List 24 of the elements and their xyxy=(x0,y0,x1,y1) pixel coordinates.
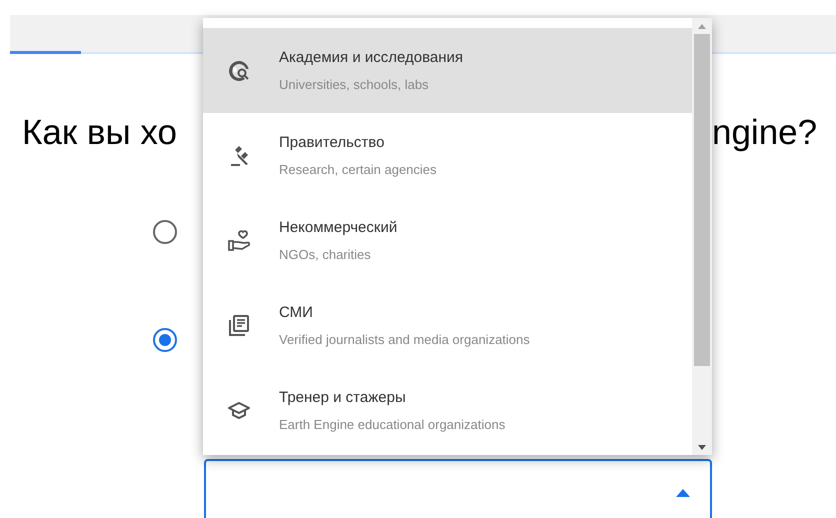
radio-button[interactable] xyxy=(153,328,177,352)
scrollbar[interactable] xyxy=(692,18,712,455)
hand-heart-icon xyxy=(227,228,251,252)
select-field[interactable] xyxy=(204,459,712,518)
heading: Как вы хо xyxy=(22,112,177,154)
globe-search-icon xyxy=(227,58,251,82)
item-subtitle: NGOs, charities xyxy=(279,246,372,264)
item-subtitle: Universities, schools, labs xyxy=(279,76,430,94)
item-title: Тренер и стажеры xyxy=(279,388,407,408)
item-subtitle: Earth Engine educational organizations xyxy=(279,416,506,434)
item-subtitle: Verified journalists and media organizations xyxy=(279,331,530,349)
item-title: Некоммерческий xyxy=(279,218,398,238)
menu-item[interactable]: Академия и исследования Universities, schools, labs xyxy=(203,28,692,113)
scrollbar-thumb[interactable] xyxy=(694,34,710,366)
item-subtitle: Research, certain agencies xyxy=(279,161,437,179)
caret-icon xyxy=(676,489,690,497)
item-title: Академия и исследования xyxy=(279,48,464,68)
item-title: Правительство xyxy=(279,132,386,152)
newspaper-icon xyxy=(227,314,251,338)
scroll-down-icon[interactable] xyxy=(698,445,706,450)
item-title: СМИ xyxy=(279,302,314,322)
heading: ngine? xyxy=(712,112,818,154)
radio-button[interactable] xyxy=(153,220,177,244)
scroll-up-icon[interactable] xyxy=(698,24,706,29)
